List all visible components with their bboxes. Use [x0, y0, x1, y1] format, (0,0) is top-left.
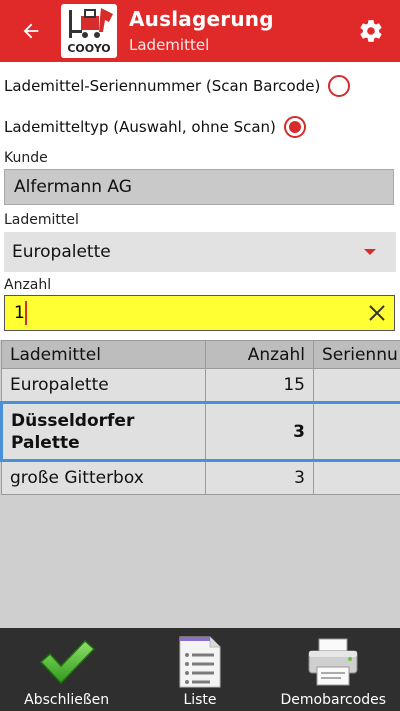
list-label: Liste [183, 692, 217, 708]
cell-lademittel: große Gitterbox [1, 460, 206, 495]
option-serial-number[interactable]: Lademittel-Seriennummer (Scan Barcode) [4, 72, 396, 100]
anzahl-label: Anzahl [4, 277, 52, 293]
list-document-icon [178, 634, 222, 690]
serial-radio[interactable] [328, 75, 351, 97]
text-cursor [25, 301, 27, 325]
cell-seriennummer [313, 401, 400, 462]
column-header-anzahl[interactable]: Anzahl [205, 340, 314, 369]
cell-seriennummer [313, 368, 400, 403]
column-header-seriennummer[interactable]: Seriennu [313, 340, 400, 369]
finish-label: Abschließen [24, 692, 110, 708]
anzahl-input[interactable] [4, 295, 395, 331]
demo-barcodes-button[interactable]: Demobarcodes [267, 628, 400, 711]
cell-lademittel: Düsseldorfer Palette [0, 401, 206, 462]
table-row[interactable]: große Gitterbox 3 [1, 460, 400, 495]
cell-anzahl: 3 [205, 401, 314, 462]
checkmark-icon [38, 634, 96, 690]
finish-button[interactable]: Abschließen [0, 628, 133, 711]
table-row[interactable]: Europalette 15 [1, 368, 400, 403]
kunde-value: Alfermann AG [14, 177, 132, 197]
lademittel-selected-value: Europalette [12, 242, 111, 262]
back-button[interactable] [14, 14, 48, 48]
list-button[interactable]: Liste [133, 628, 266, 711]
arrow-left-icon [23, 23, 39, 39]
gear-icon [360, 20, 382, 42]
kunde-field: Alfermann AG [4, 169, 394, 205]
app-logo: COOYO [61, 4, 117, 58]
column-header-lademittel[interactable]: Lademittel [1, 340, 206, 369]
cell-anzahl: 15 [205, 368, 314, 403]
page-subtitle: Lademittel [129, 36, 210, 54]
bottom-action-bar: Abschließen Liste Demobarcodes [0, 628, 400, 711]
lademittel-label: Lademittel [4, 212, 79, 228]
svg-text:COOYO: COOYO [67, 42, 110, 55]
page-title: Auslagerung [129, 7, 274, 31]
lademittel-table: Lademittel Anzahl Seriennu Europalette 1… [0, 340, 400, 495]
option-serial-label: Lademittel-Seriennummer (Scan Barcode) [4, 77, 321, 95]
cell-anzahl: 3 [205, 460, 314, 495]
option-type-label: Lademitteltyp (Auswahl, ohne Scan) [4, 118, 276, 136]
lademittel-select[interactable]: Europalette [4, 232, 396, 272]
cell-seriennummer [313, 460, 400, 495]
dropdown-caret-icon [364, 249, 376, 255]
table-row-selected[interactable]: Düsseldorfer Palette 3 [0, 401, 400, 462]
app-bar: COOYO Auslagerung Lademittel [0, 0, 400, 62]
printer-icon [305, 634, 361, 690]
type-radio[interactable] [283, 116, 306, 138]
clear-button[interactable] [366, 302, 388, 324]
cell-lademittel: Europalette [1, 368, 206, 403]
demo-barcodes-label: Demobarcodes [280, 692, 387, 708]
lademittel-table-area: Lademittel Anzahl Seriennu Europalette 1… [0, 340, 400, 628]
option-type-selection[interactable]: Lademitteltyp (Auswahl, ohne Scan) [4, 113, 396, 141]
settings-button[interactable] [356, 16, 386, 46]
kunde-label: Kunde [4, 150, 48, 166]
close-icon [369, 305, 385, 321]
